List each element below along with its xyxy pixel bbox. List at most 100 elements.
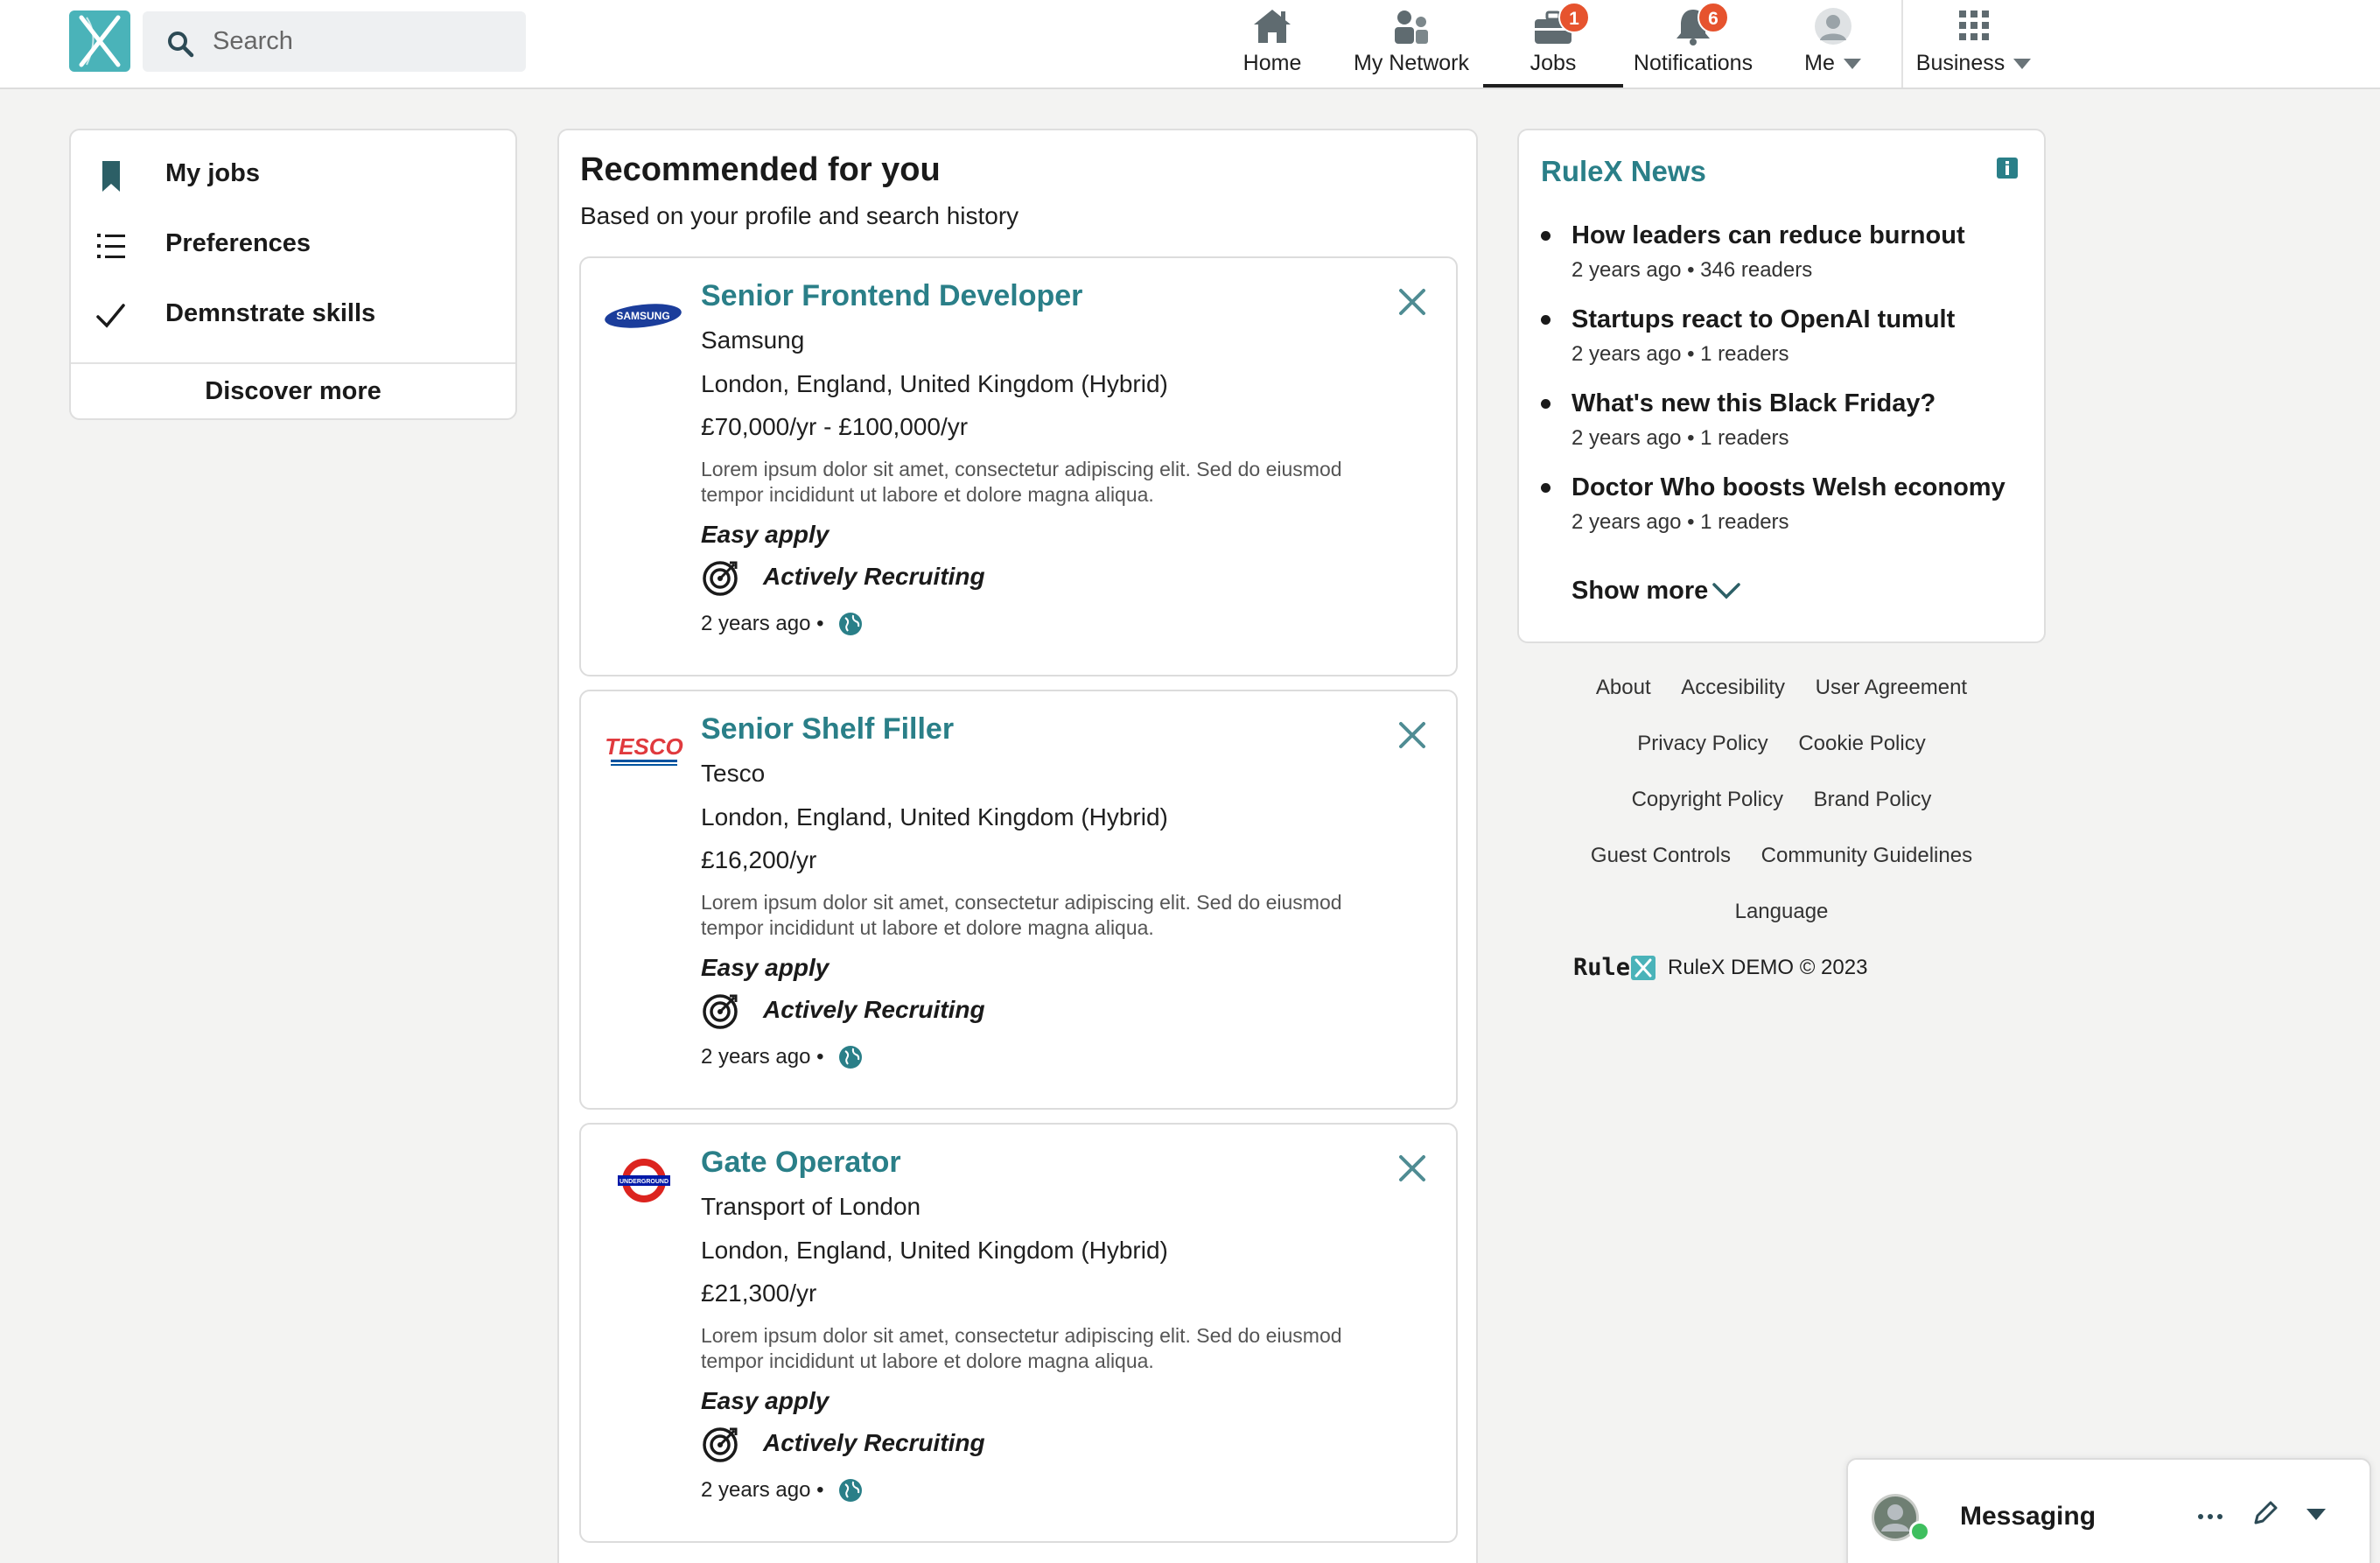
recommended-jobs-panel: Recommended for you Based on your profil… (557, 129, 1478, 1563)
target-icon (703, 994, 738, 1029)
page-title: Recommended for you (580, 151, 941, 188)
nav-me-dropdown[interactable]: Me (1785, 0, 1881, 88)
sidebar-divider (71, 362, 515, 364)
tesco-logo-text: TESCO (605, 733, 683, 760)
nav-business-text: Business (1915, 51, 2006, 75)
dismiss-job-button[interactable] (1395, 718, 1430, 753)
nav-my-network[interactable]: My Network (1346, 0, 1477, 88)
bullet (1541, 483, 1550, 493)
news-meta: 2 years ago • 1 readers (1572, 510, 1789, 534)
jobs-sidebar: My jobs Preferences Demnstrate skills Di… (69, 129, 517, 420)
nav-notifications[interactable]: 6 Notifications (1628, 0, 1759, 88)
footer-link-cookie-policy[interactable]: Cookie Policy (1798, 732, 1925, 755)
more-options-icon[interactable] (2194, 1503, 2227, 1530)
easy-apply-label: Easy apply (701, 521, 830, 548)
footer-link-user-agreement[interactable]: User Agreement (1816, 676, 1967, 699)
news-headline[interactable]: How leaders can reduce burnout (1572, 221, 1965, 250)
discover-more-button[interactable]: Discover more (71, 365, 515, 417)
search-icon (168, 32, 194, 58)
underground-logo: UNDERGROUND (618, 1159, 670, 1202)
job-card[interactable]: SAMSUNG Senior Frontend Developer Samsun… (579, 256, 1458, 676)
online-status-indicator (1909, 1521, 1930, 1542)
job-card[interactable]: UNDERGROUND Gate Operator Transport of L… (579, 1123, 1458, 1543)
easy-apply-label: Easy apply (701, 1387, 830, 1414)
footer-links-row-1: About Accesibility User Agreement (1517, 676, 2046, 700)
sidebar-item-my-jobs[interactable]: My jobs (94, 153, 496, 197)
footer-links-row-4: Guest Controls Community Guidelines (1517, 844, 2046, 868)
job-description: Lorem ipsum dolor sit amet, consectetur … (701, 458, 1342, 506)
job-title-link[interactable]: Senior Frontend Developer (701, 279, 1082, 313)
news-title: RuleX News (1541, 155, 1706, 187)
search-input[interactable] (213, 11, 510, 72)
rulex-x-icon (1631, 956, 1656, 980)
chevron-down-icon[interactable] (1712, 580, 1741, 601)
news-meta: 2 years ago • 1 readers (1572, 342, 1789, 366)
posted-time: 2 years ago • (701, 1045, 824, 1069)
news-meta: 2 years ago • 1 readers (1572, 426, 1789, 450)
job-card[interactable]: TESCO Senior Shelf Filler Tesco London, … (579, 690, 1458, 1110)
footer-link-community-guidelines[interactable]: Community Guidelines (1761, 844, 1972, 867)
job-title-link[interactable]: Senior Shelf Filler (701, 712, 954, 746)
bullet (1541, 399, 1550, 409)
caret-down-icon (2013, 59, 2032, 70)
footer-link-language[interactable]: Language (1735, 900, 1829, 923)
nav-divider (1901, 0, 1903, 88)
jobs-badge: 1 (1558, 2, 1590, 33)
check-icon (96, 304, 125, 328)
globe-icon (839, 1046, 862, 1069)
caret-down-icon[interactable] (2305, 1505, 2328, 1523)
news-headline[interactable]: What's new this Black Friday? (1572, 389, 1936, 418)
actively-recruiting-label: Actively Recruiting (763, 996, 985, 1023)
footer-brand-word: Rule (1573, 954, 1631, 981)
nav-notifications-label: Notifications (1633, 51, 1754, 75)
target-icon (703, 1427, 738, 1462)
job-salary: £16,200/yr (701, 846, 817, 873)
bookmark-icon (102, 161, 120, 192)
sidebar-item-preferences[interactable]: Preferences (94, 223, 496, 267)
nav-me-label: Me (1785, 51, 1881, 76)
job-company: Transport of London (701, 1193, 921, 1220)
sidebar-item-label: Demnstrate skills (165, 299, 376, 327)
globe-icon (839, 613, 862, 635)
sidebar-item-label: My jobs (165, 159, 260, 187)
news-headline[interactable]: Startups react to OpenAI tumult (1572, 305, 1955, 334)
sidebar-item-demonstrate-skills[interactable]: Demnstrate skills (94, 293, 496, 337)
footer-link-accessibility[interactable]: Accesibility (1681, 676, 1785, 699)
nav-jobs-label: Jobs (1530, 51, 1577, 75)
info-icon[interactable] (1996, 157, 2019, 179)
footer-link-brand-policy[interactable]: Brand Policy (1814, 788, 1932, 811)
nav-home-label: Home (1242, 51, 1302, 75)
target-icon (703, 561, 738, 596)
page-subtitle: Based on your profile and search history (580, 202, 1019, 229)
messaging-label[interactable]: Messaging (1960, 1502, 2096, 1531)
search-bar[interactable] (143, 11, 526, 72)
job-title-link[interactable]: Gate Operator (701, 1146, 901, 1180)
footer-link-copyright-policy[interactable]: Copyright Policy (1632, 788, 1783, 811)
footer-link-about[interactable]: About (1596, 676, 1651, 699)
bullet (1541, 315, 1550, 325)
nav-business-dropdown[interactable]: Business (1913, 0, 2035, 88)
rulex-logo[interactable] (69, 11, 130, 72)
tesco-logo: TESCO (605, 733, 683, 766)
footer-link-guest-controls[interactable]: Guest Controls (1591, 844, 1731, 867)
dismiss-job-button[interactable] (1395, 1151, 1430, 1186)
messaging-panel[interactable]: Messaging (1846, 1458, 2371, 1563)
footer-links-row-5: Language (1517, 900, 2046, 924)
dismiss-job-button[interactable] (1395, 284, 1430, 319)
underground-logo-text: UNDERGROUND (620, 1179, 668, 1185)
job-salary: £21,300/yr (701, 1279, 817, 1307)
rulex-x-icon (79, 15, 121, 67)
bullet (1541, 231, 1550, 241)
samsung-logo: SAMSUNG (605, 304, 682, 328)
job-location: London, England, United Kingdom (Hybrid) (701, 803, 1168, 831)
footer-copyright: RuleX DEMO © 2023 (1668, 956, 1868, 979)
footer-link-privacy-policy[interactable]: Privacy Policy (1637, 732, 1768, 755)
top-navigation-bar: Home My Network 1 Jobs 6 Notifications (0, 0, 2380, 89)
news-headline[interactable]: Doctor Who boosts Welsh economy (1572, 473, 2006, 502)
show-more-button[interactable]: Show more (1572, 577, 1708, 606)
nav-home[interactable]: Home (1228, 0, 1316, 88)
nav-my-network-label: My Network (1354, 51, 1469, 75)
nav-jobs[interactable]: 1 Jobs (1483, 0, 1623, 88)
compose-pencil-icon[interactable] (2250, 1498, 2280, 1528)
posted-time: 2 years ago • (701, 1478, 824, 1502)
